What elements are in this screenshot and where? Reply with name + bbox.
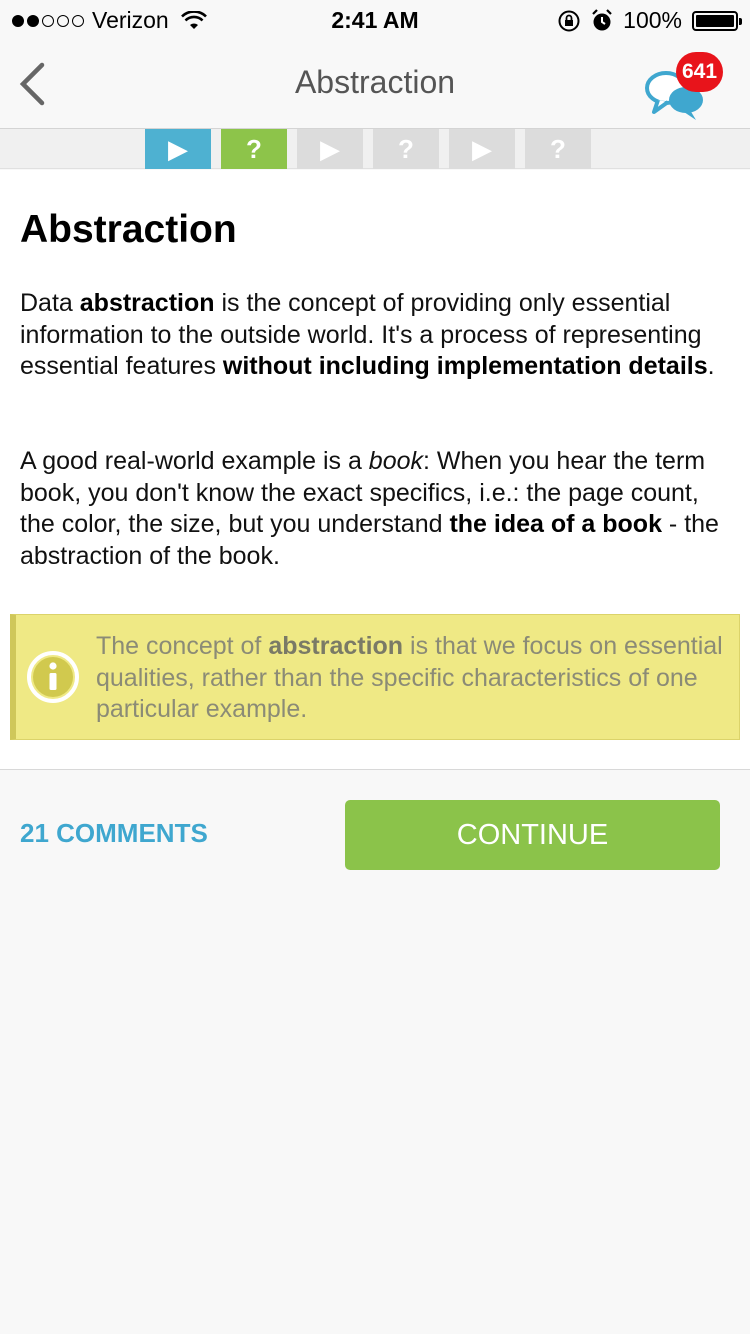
step-quiz-3[interactable]: ? — [525, 129, 591, 169]
lesson-content: Abstraction Data abstraction is the conc… — [0, 170, 750, 770]
text-run: The concept of — [96, 632, 269, 660]
comments-link[interactable]: 21 COMMENTS — [20, 818, 208, 849]
step-quiz-2[interactable]: ? — [373, 129, 439, 169]
page-title: Abstraction — [294, 64, 456, 100]
notification-badge: 641 — [676, 52, 724, 92]
bold-term: abstraction — [268, 632, 404, 660]
bold-term: abstraction — [79, 289, 215, 317]
text-run: Data — [20, 289, 80, 317]
text-run: . — [707, 352, 715, 380]
status-right: 100% — [557, 7, 742, 34]
callout-text: The concept of abstraction is that we fo… — [96, 631, 736, 726]
italic-term: book — [368, 447, 424, 475]
lesson-progress-bar: ▶ ? ▶ ? ▶ ? — [0, 129, 750, 169]
discussion-button[interactable]: 641 — [640, 52, 724, 120]
step-quiz-1[interactable]: ? — [221, 129, 287, 169]
alarm-icon — [592, 8, 612, 30]
lesson-paragraph-1: Data abstraction is the concept of provi… — [20, 288, 732, 383]
lesson-title: Abstraction — [20, 208, 237, 251]
battery-percent: 100% — [623, 7, 682, 33]
info-icon — [27, 651, 79, 703]
progress-steps: ▶ ? ▶ ? ▶ ? — [145, 129, 591, 169]
bold-phrase: the idea of a book — [449, 510, 662, 538]
info-callout: The concept of abstraction is that we fo… — [10, 614, 740, 740]
step-lesson-3[interactable]: ▶ — [449, 129, 515, 169]
text-run: A good real-world example is a — [20, 447, 369, 475]
continue-button[interactable]: CONTINUE — [345, 800, 720, 870]
battery-icon — [692, 10, 742, 31]
step-lesson-1[interactable]: ▶ — [145, 129, 211, 169]
nav-bar: Abstraction 641 — [0, 40, 750, 129]
step-lesson-2[interactable]: ▶ — [297, 129, 363, 169]
status-bar: Verizon 2:41 AM 100% — [0, 0, 750, 40]
rotation-lock-icon — [558, 10, 580, 31]
bold-phrase: without including implementation details — [222, 352, 708, 380]
lesson-paragraph-2: A good real-world example is a book: Whe… — [20, 446, 732, 572]
